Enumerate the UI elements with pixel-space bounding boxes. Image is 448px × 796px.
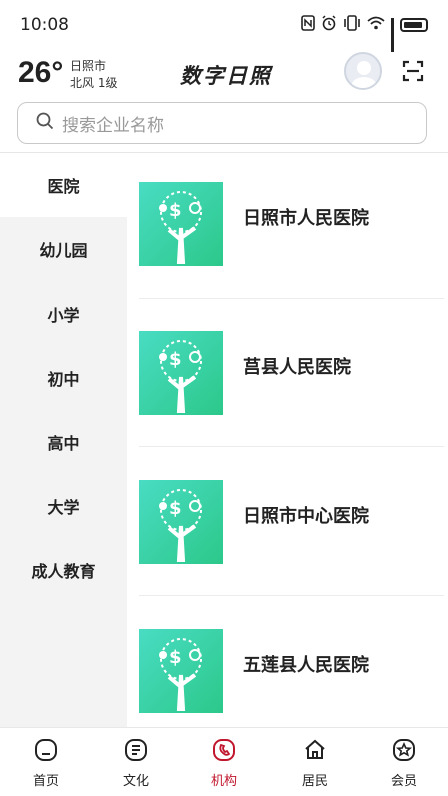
status-time: 10:08 — [20, 15, 69, 35]
nav-label: 机构 — [210, 774, 237, 789]
list-item[interactable]: $ 莒县人民医院 — [139, 331, 444, 431]
list-divider — [139, 446, 444, 447]
sidebar-item-senior-high[interactable]: 高中 — [0, 410, 127, 474]
institution-name: 莒县人民医院 — [243, 357, 351, 378]
nfc-icon — [301, 15, 315, 35]
vibrate-icon — [343, 15, 361, 35]
tree-logo-icon: $ — [139, 331, 223, 415]
search-icon — [36, 112, 54, 134]
nav-label: 文化 — [122, 774, 149, 789]
search-input[interactable]: 搜索企业名称 — [17, 102, 427, 144]
sidebar-item-label: 大学 — [47, 498, 80, 517]
sidebar-item-label: 医院 — [47, 177, 80, 196]
home-icon — [34, 738, 58, 762]
sidebar-item-label: 幼儿园 — [39, 241, 88, 260]
header: 26° 日照市 北风 1级 数字日照 — [0, 52, 448, 98]
culture-icon — [124, 738, 148, 762]
search-placeholder: 搜索企业名称 — [62, 115, 164, 136]
list-divider — [139, 298, 444, 299]
member-icon — [392, 738, 416, 762]
nav-label: 居民 — [301, 774, 328, 789]
institution-name: 日照市人民医院 — [243, 208, 369, 229]
city-name: 日照市 — [70, 59, 107, 73]
status-icons — [301, 15, 428, 52]
resident-icon — [303, 738, 327, 762]
nav-label: 会员 — [390, 774, 417, 789]
svg-text:$: $ — [169, 349, 182, 370]
list-item[interactable]: $ 日照市人民医院 — [139, 182, 444, 282]
svg-text:$: $ — [169, 200, 182, 221]
battery-icon — [400, 18, 428, 32]
list-item[interactable]: $ 五莲县人民医院 — [139, 629, 444, 727]
nav-home[interactable]: 首页 — [16, 728, 76, 796]
list-divider — [139, 595, 444, 596]
temperature: 26° — [18, 56, 64, 89]
svg-text:$: $ — [169, 647, 182, 668]
app-logo-title: 数字日照 — [180, 63, 272, 88]
sidebar-item-kindergarten[interactable]: 幼儿园 — [0, 217, 127, 281]
sidebar-item-label: 初中 — [47, 370, 80, 389]
sidebar-item-label: 小学 — [47, 306, 80, 325]
signal-icon — [391, 18, 394, 52]
sidebar-item-university[interactable]: 大学 — [0, 474, 127, 538]
institution-name: 日照市中心医院 — [243, 506, 369, 527]
weather-location[interactable]: 日照市 北风 1级 — [70, 58, 117, 92]
category-sidebar: 医院 幼儿园 小学 初中 高中 大学 成人教育 — [0, 153, 127, 727]
sidebar-item-hospital[interactable]: 医院 — [0, 153, 127, 217]
nav-member[interactable]: 会员 — [374, 728, 434, 796]
scan-icon[interactable] — [402, 60, 424, 82]
list-item[interactable]: $ 日照市中心医院 — [139, 480, 444, 580]
svg-text:$: $ — [169, 498, 182, 519]
nav-label: 首页 — [32, 774, 59, 789]
institution-list: $ 日照市人民医院 $ 莒县人民医院 $ 日照市中心医院 $ 五莲县人民医院 — [127, 153, 448, 727]
wind-info: 北风 1级 — [70, 76, 118, 90]
sidebar-item-label: 成人教育 — [31, 562, 96, 581]
wifi-icon — [367, 16, 385, 34]
nav-culture[interactable]: 文化 — [106, 728, 166, 796]
institution-name: 五莲县人民医院 — [243, 655, 369, 676]
institution-icon — [212, 738, 236, 762]
tree-logo-icon: $ — [139, 629, 223, 713]
nav-institution[interactable]: 机构 — [194, 728, 254, 796]
tree-logo-icon: $ — [139, 480, 223, 564]
alarm-icon — [321, 15, 337, 35]
avatar[interactable] — [344, 52, 382, 90]
sidebar-item-label: 高中 — [47, 434, 80, 453]
bottom-nav: 首页 文化 机构 居民 会员 — [0, 727, 448, 796]
nav-resident[interactable]: 居民 — [285, 728, 345, 796]
sidebar-item-adult-education[interactable]: 成人教育 — [0, 538, 127, 602]
sidebar-item-junior-high[interactable]: 初中 — [0, 346, 127, 410]
sidebar-item-primary-school[interactable]: 小学 — [0, 282, 127, 346]
status-bar: 10:08 — [0, 0, 448, 52]
tree-logo-icon: $ — [139, 182, 223, 266]
